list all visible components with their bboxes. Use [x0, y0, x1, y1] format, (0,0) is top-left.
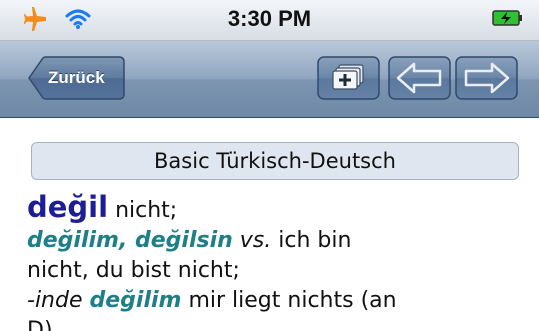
entry-line: değil nicht;: [27, 192, 537, 226]
new-tab-button[interactable]: [317, 56, 380, 100]
dictionary-entry: değil nicht; değilim, değilsin vs. ich b…: [27, 192, 537, 331]
phrase-translation: D): [27, 318, 53, 331]
entry-line: -inde değilim mir liegt nichts (an: [27, 286, 537, 316]
entry-line: D): [27, 316, 537, 331]
navigation-bar: Zurück: [0, 41, 539, 118]
phrase-translation: mir liegt nichts (an: [181, 288, 397, 313]
entry-line: değilim, değilsin vs. ich bin: [27, 226, 537, 256]
battery-charging-icon: [492, 9, 524, 31]
phrase-prefix: -inde: [27, 288, 83, 313]
dictionary-title-button[interactable]: Basic Türkisch-Deutsch: [31, 142, 519, 180]
back-button-label: Zurück: [48, 68, 105, 87]
entry-line: nicht, du bist nicht;: [27, 256, 537, 286]
phrase-link[interactable]: değilim: [90, 288, 182, 313]
phrase-translation: ich bin: [271, 228, 352, 253]
history-forward-button[interactable]: [455, 56, 518, 100]
abbrev-vs: vs.: [232, 228, 272, 253]
app-window: 3:30 PM Zurück Basic Türkisch-Deutsch de…: [0, 0, 539, 331]
phrase-link[interactable]: değilim, değilsin: [27, 228, 233, 253]
status-bar: 3:30 PM: [0, 0, 539, 41]
history-back-button[interactable]: [388, 56, 451, 100]
dictionary-content: Basic Türkisch-Deutsch değil nicht; deği…: [0, 118, 539, 331]
status-time: 3:30 PM: [227, 6, 312, 31]
new-tab-icon: [332, 64, 364, 90]
headword: değil: [27, 190, 109, 224]
phrase-translation: nicht, du bist nicht;: [27, 258, 240, 283]
back-button[interactable]: Zurück: [28, 56, 125, 100]
headword-translation: nicht;: [108, 198, 178, 223]
